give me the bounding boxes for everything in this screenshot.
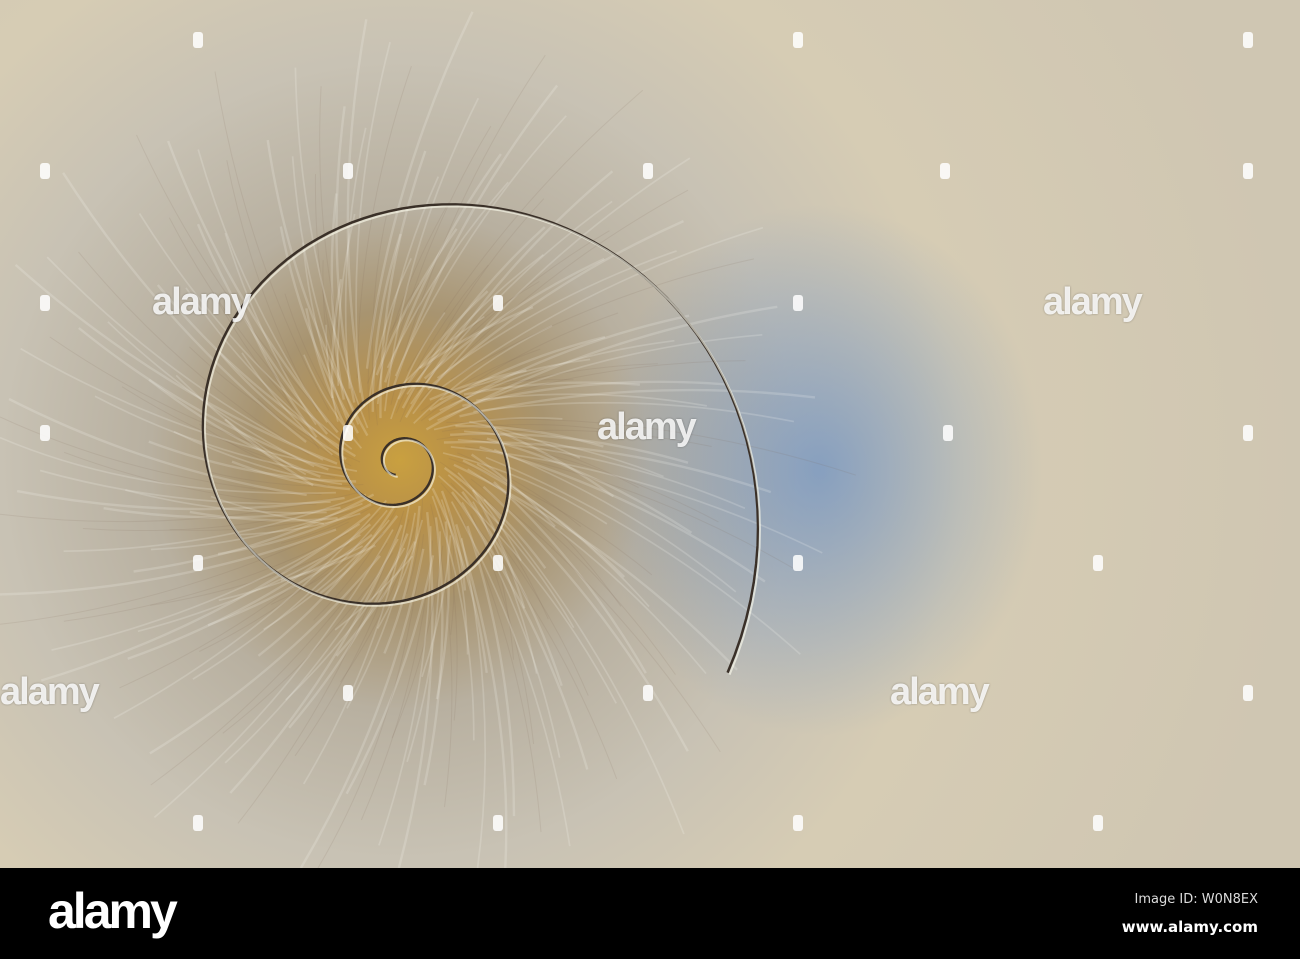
watermark-mark-icon [343, 685, 353, 701]
site-url[interactable]: www.alamy.com [1122, 918, 1258, 936]
watermark-mark-icon [343, 163, 353, 179]
watermark-mark-icon [1093, 555, 1103, 571]
footer-bar: alamy Image ID: W0N8EX www.alamy.com [0, 868, 1300, 959]
watermark-mark-icon [1093, 815, 1103, 831]
watermark-logo: alamy [890, 671, 990, 713]
watermark-mark-icon [943, 425, 953, 441]
watermark-logo: alamy [1043, 281, 1143, 323]
watermark-mark-icon [40, 163, 50, 179]
watermark-mark-icon [793, 555, 803, 571]
watermark-mark-icon [793, 295, 803, 311]
watermark-mark-icon [343, 425, 353, 441]
watermark-mark-icon [793, 815, 803, 831]
watermark-grid: alamy alamy alamy alamy alamy [0, 0, 1300, 868]
watermark-mark-icon [493, 815, 503, 831]
watermark-logo: alamy [0, 671, 100, 713]
watermark-mark-icon [40, 295, 50, 311]
watermark-mark-icon [1243, 685, 1253, 701]
image-id: Image ID: W0N8EX [1134, 892, 1258, 907]
alamy-logo: alamy [48, 883, 178, 939]
watermark-mark-icon [193, 815, 203, 831]
watermark-mark-icon [1243, 163, 1253, 179]
watermark-mark-icon [643, 163, 653, 179]
watermark-mark-icon [940, 163, 950, 179]
watermark-mark-icon [793, 32, 803, 48]
watermark-logo: alamy [597, 406, 697, 448]
watermark-mark-icon [493, 555, 503, 571]
watermark-logo: alamy [152, 281, 252, 323]
image-canvas: alamy alamy alamy alamy alamy alamy Image ID… [0, 0, 1300, 959]
watermark-mark-icon [1243, 425, 1253, 441]
watermark-mark-icon [193, 555, 203, 571]
snail-shell-photo: alamy alamy alamy alamy alamy [0, 0, 1300, 868]
watermark-mark-icon [193, 32, 203, 48]
watermark-mark-icon [643, 685, 653, 701]
watermark-mark-icon [1243, 32, 1253, 48]
watermark-mark-icon [40, 425, 50, 441]
watermark-mark-icon [493, 295, 503, 311]
